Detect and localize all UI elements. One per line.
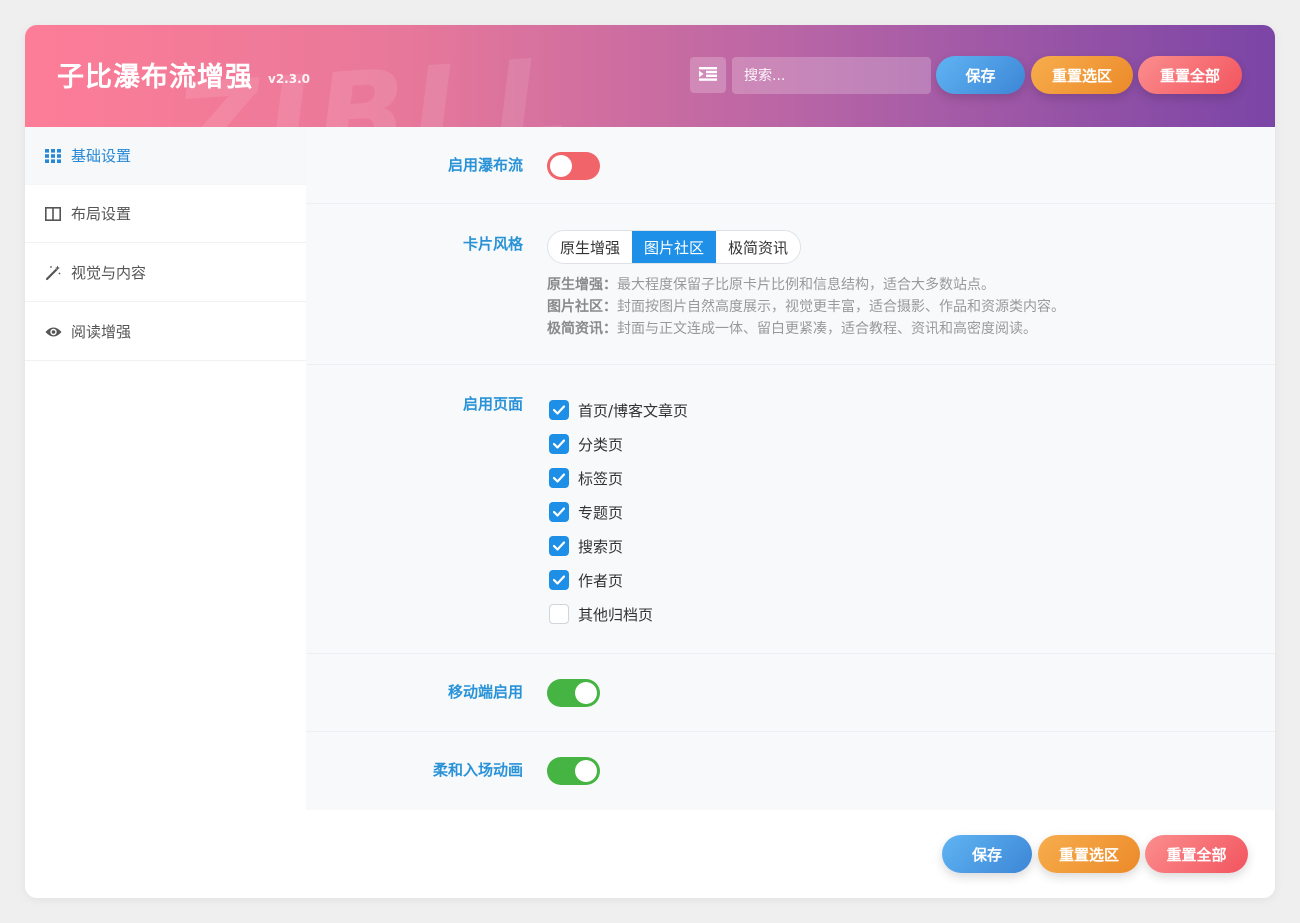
checkbox-label: 分类页 bbox=[578, 435, 624, 454]
sidebar-item-visual[interactable]: 视觉与内容 bbox=[25, 244, 306, 302]
checkbox-author[interactable]: 作者页 bbox=[549, 563, 688, 597]
settings-panel: ZIBLL 子比瀑布流增强 v2.3.0 保存 重置选区 重置全部 bbox=[25, 25, 1275, 898]
card-style-option-native[interactable]: 原生增强 bbox=[548, 231, 632, 263]
toggle-knob bbox=[575, 682, 597, 704]
card-style-option-minimal[interactable]: 极简资讯 bbox=[716, 231, 800, 263]
checkbox-checked-icon bbox=[549, 570, 569, 590]
card-style-description: 原生增强：最大程度保留子比原卡片比例和信息结构，适合大多数站点。 图片社区：封面… bbox=[547, 274, 1065, 340]
header-save-button[interactable]: 保存 bbox=[936, 56, 1025, 94]
app-title: 子比瀑布流增强 bbox=[57, 62, 253, 93]
header-reset-section-button[interactable]: 重置选区 bbox=[1031, 56, 1133, 94]
checkbox-unchecked-box bbox=[549, 604, 569, 624]
toggle-knob bbox=[575, 760, 597, 782]
pages-checkbox-list: 首页/博客文章页 分类页 标签页 专题页 搜索页 作者页 其他归档页 bbox=[549, 393, 688, 631]
checkbox-search[interactable]: 搜索页 bbox=[549, 529, 688, 563]
checkbox-label: 标签页 bbox=[578, 469, 624, 488]
checkbox-checked-icon bbox=[549, 502, 569, 522]
checkbox-category[interactable]: 分类页 bbox=[549, 427, 688, 461]
waterfall-toggle[interactable] bbox=[547, 152, 600, 180]
menu-toggle-button[interactable] bbox=[690, 57, 726, 93]
toggle-knob bbox=[550, 155, 572, 177]
checkbox-checked-icon bbox=[549, 400, 569, 420]
checkbox-checked-icon bbox=[549, 468, 569, 488]
animation-toggle[interactable] bbox=[547, 757, 600, 785]
sidebar-item-basic[interactable]: 基础设置 bbox=[25, 127, 306, 185]
checkbox-label: 搜索页 bbox=[578, 537, 624, 556]
sidebar: 基础设置 布局设置 视觉与内容 阅读增强 bbox=[25, 127, 306, 810]
magic-wand-icon bbox=[44, 264, 62, 282]
sidebar-item-label: 阅读增强 bbox=[71, 323, 132, 341]
mobile-label: 移动端启用 bbox=[447, 683, 523, 701]
header-reset-all-button[interactable]: 重置全部 bbox=[1138, 56, 1242, 94]
footer: 保存 重置选区 重置全部 bbox=[25, 810, 1275, 898]
card-style-selector: 原生增强 图片社区 极简资讯 bbox=[547, 230, 802, 264]
setting-row-waterfall: 启用瀑布流 bbox=[306, 127, 1275, 204]
animation-label: 柔和入场动画 bbox=[432, 761, 523, 779]
grid-icon bbox=[44, 147, 62, 165]
pages-label: 启用页面 bbox=[462, 395, 523, 413]
setting-row-mobile: 移动端启用 bbox=[306, 654, 1275, 732]
checkbox-checked-icon bbox=[549, 434, 569, 454]
setting-row-card-style: 卡片风格 原生增强 图片社区 极简资讯 原生增强：最大程度保留子比原卡片比例和信… bbox=[306, 204, 1275, 365]
search-input[interactable] bbox=[732, 57, 931, 94]
list-indent-icon bbox=[699, 66, 717, 85]
checkbox-checked-icon bbox=[549, 536, 569, 556]
columns-icon bbox=[44, 205, 62, 223]
mobile-toggle[interactable] bbox=[547, 679, 600, 707]
footer-save-button[interactable]: 保存 bbox=[942, 835, 1032, 873]
header: ZIBLL 子比瀑布流增强 v2.3.0 保存 重置选区 重置全部 bbox=[25, 25, 1275, 127]
sidebar-item-label: 基础设置 bbox=[71, 147, 132, 165]
description-line: 极简资讯：封面与正文连成一体、留白更紧凑，适合教程、资讯和高密度阅读。 bbox=[547, 321, 1037, 337]
card-style-label: 卡片风格 bbox=[462, 235, 523, 253]
setting-row-pages: 启用页面 首页/博客文章页 分类页 标签页 专题页 搜索页 作者页 其他归档页 bbox=[306, 365, 1275, 654]
eye-icon bbox=[44, 323, 62, 341]
checkbox-label: 首页/博客文章页 bbox=[578, 401, 689, 420]
checkbox-label: 专题页 bbox=[578, 503, 624, 522]
footer-reset-section-button[interactable]: 重置选区 bbox=[1038, 835, 1140, 873]
checkbox-tag[interactable]: 标签页 bbox=[549, 461, 688, 495]
description-line: 原生增强：最大程度保留子比原卡片比例和信息结构，适合大多数站点。 bbox=[547, 277, 995, 293]
waterfall-label: 启用瀑布流 bbox=[447, 156, 523, 174]
sidebar-item-reading[interactable]: 阅读增强 bbox=[25, 303, 306, 361]
sidebar-item-label: 布局设置 bbox=[71, 205, 132, 223]
checkbox-label: 作者页 bbox=[578, 571, 624, 590]
checkbox-label: 其他归档页 bbox=[578, 605, 654, 624]
description-line: 图片社区：封面按图片自然高度展示，视觉更丰富，适合摄影、作品和资源类内容。 bbox=[547, 299, 1065, 315]
footer-reset-all-button[interactable]: 重置全部 bbox=[1145, 835, 1248, 873]
checkbox-archive[interactable]: 其他归档页 bbox=[549, 597, 688, 631]
checkbox-home[interactable]: 首页/博客文章页 bbox=[549, 393, 688, 427]
setting-row-animation: 柔和入场动画 bbox=[306, 732, 1275, 810]
checkbox-topic[interactable]: 专题页 bbox=[549, 495, 688, 529]
sidebar-item-label: 视觉与内容 bbox=[71, 264, 147, 282]
version-label: v2.3.0 bbox=[268, 72, 310, 86]
settings-content: 启用瀑布流 卡片风格 原生增强 图片社区 极简资讯 原生增强：最大程度保留子比原… bbox=[306, 127, 1275, 810]
sidebar-item-layout[interactable]: 布局设置 bbox=[25, 185, 306, 243]
card-style-option-gallery[interactable]: 图片社区 bbox=[632, 231, 717, 263]
